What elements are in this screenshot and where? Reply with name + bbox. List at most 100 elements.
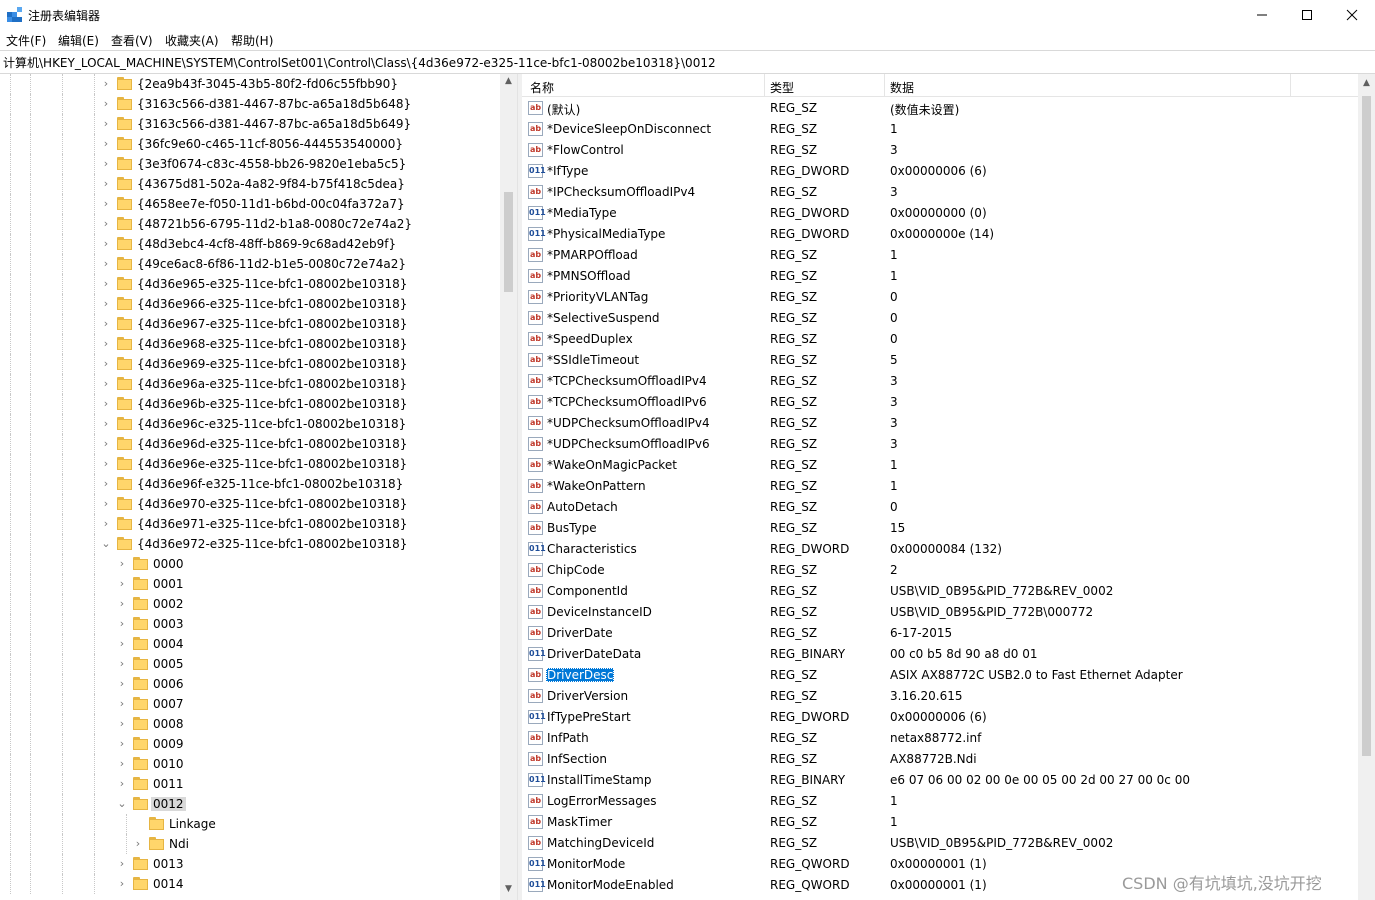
tree-node[interactable]: › {4d36e969-e325-11ce-bfc1-08002be10318}: [0, 354, 500, 374]
tree-node[interactable]: › {4658ee7e-f050-11d1-b6bd-00c04fa372a7}: [0, 194, 500, 214]
chevron-right-icon[interactable]: ›: [100, 356, 112, 372]
tree-node-label[interactable]: {3e3f0674-c83c-4558-bb26-9820e1eba5c5}: [135, 157, 408, 171]
tree-node-label[interactable]: {4d36e965-e325-11ce-bfc1-08002be10318}: [135, 277, 409, 291]
tree-node-label[interactable]: 0011: [151, 777, 186, 791]
column-divider[interactable]: [764, 74, 765, 96]
tree-scrollbar[interactable]: ▲ ▼: [500, 74, 517, 900]
tree-node[interactable]: › {48721b56-6795-11d2-b1a8-0080c72e74a2}: [0, 214, 500, 234]
tree-scroll-thumb[interactable]: [504, 192, 513, 292]
tree-node[interactable]: › {49ce6ac8-6f86-11d2-b1e5-0080c72e74a2}: [0, 254, 500, 274]
tree-node-label[interactable]: 0005: [151, 657, 186, 671]
tree-node[interactable]: › {43675d81-502a-4a82-9f84-b75f418c5dea}: [0, 174, 500, 194]
tree-node-label[interactable]: {4d36e96e-e325-11ce-bfc1-08002be10318}: [135, 457, 409, 471]
value-row[interactable]: 011 DriverDateData REG_BINARY 00 c0 b5 8d 9…: [522, 644, 1358, 665]
chevron-right-icon[interactable]: ›: [132, 836, 144, 852]
chevron-right-icon[interactable]: ›: [116, 756, 128, 772]
tree-node-label[interactable]: {4d36e972-e325-11ce-bfc1-08002be10318}: [135, 537, 409, 551]
chevron-right-icon[interactable]: ›: [116, 576, 128, 592]
value-row[interactable]: ab ComponentId REG_SZ USB\VID_0B95&PID_772B…: [522, 581, 1358, 602]
tree-node-label[interactable]: 0000: [151, 557, 186, 571]
tree-node-label[interactable]: {4d36e96a-e325-11ce-bfc1-08002be10318}: [135, 377, 409, 391]
value-row[interactable]: ab *DeviceSleepOnDisconnect REG_SZ 1: [522, 119, 1358, 140]
tree-node[interactable]: Linkage: [0, 814, 500, 834]
chevron-right-icon[interactable]: ›: [100, 96, 112, 112]
value-row[interactable]: ab LogErrorMessages REG_SZ 1: [522, 791, 1358, 812]
value-row[interactable]: ab ChipCode REG_SZ 2: [522, 560, 1358, 581]
tree-node-label[interactable]: {43675d81-502a-4a82-9f84-b75f418c5dea}: [135, 177, 407, 191]
value-row[interactable]: ab InfSection REG_SZ AX88772B.Ndi: [522, 749, 1358, 770]
list-scroll-thumb[interactable]: [1362, 96, 1371, 756]
value-row[interactable]: ab DriverDesc REG_SZ ASIX AX88772C USB2.0 t…: [522, 665, 1358, 686]
tree-node-label[interactable]: 0007: [151, 697, 186, 711]
chevron-right-icon[interactable]: ›: [100, 336, 112, 352]
tree-node[interactable]: › {3163c566-d381-4467-87bc-a65a18d5b648}: [0, 94, 500, 114]
tree-node[interactable]: › 0013: [0, 854, 500, 874]
tree-node-label[interactable]: {4d36e96d-e325-11ce-bfc1-08002be10318}: [135, 437, 409, 451]
value-row[interactable]: 011 Characteristics REG_DWORD 0x00000084 (1…: [522, 539, 1358, 560]
chevron-right-icon[interactable]: ›: [100, 256, 112, 272]
tree-node[interactable]: › {4d36e96f-e325-11ce-bfc1-08002be10318}: [0, 474, 500, 494]
column-divider[interactable]: [1290, 74, 1291, 96]
tree-node[interactable]: › {4d36e96e-e325-11ce-bfc1-08002be10318}: [0, 454, 500, 474]
chevron-right-icon[interactable]: ›: [100, 516, 112, 532]
value-row[interactable]: 011 IfTypePreStart REG_DWORD 0x00000006 (6): [522, 707, 1358, 728]
tree-node[interactable]: › {4d36e96b-e325-11ce-bfc1-08002be10318}: [0, 394, 500, 414]
maximize-button[interactable]: [1284, 0, 1330, 30]
chevron-right-icon[interactable]: ›: [100, 456, 112, 472]
chevron-right-icon[interactable]: ›: [100, 216, 112, 232]
value-row[interactable]: ab MaskTimer REG_SZ 1: [522, 812, 1358, 833]
address-bar[interactable]: 计算机\HKEY_LOCAL_MACHINE\SYSTEM\ControlSet…: [0, 50, 1375, 74]
chevron-right-icon[interactable]: ›: [116, 556, 128, 572]
value-row[interactable]: ab InfPath REG_SZ netax88772.inf: [522, 728, 1358, 749]
chevron-right-icon[interactable]: ›: [100, 496, 112, 512]
tree-node[interactable]: › {4d36e96a-e325-11ce-bfc1-08002be10318}: [0, 374, 500, 394]
address-path[interactable]: 计算机\HKEY_LOCAL_MACHINE\SYSTEM\ControlSet…: [3, 54, 716, 71]
tree-node-label[interactable]: Ndi: [167, 837, 191, 851]
tree-node-label[interactable]: {4d36e96f-e325-11ce-bfc1-08002be10318}: [135, 477, 405, 491]
column-header-type[interactable]: 类型: [770, 79, 794, 96]
chevron-right-icon[interactable]: ›: [100, 396, 112, 412]
chevron-right-icon[interactable]: ›: [116, 696, 128, 712]
value-row[interactable]: ab (默认) REG_SZ (数值未设置): [522, 98, 1358, 119]
tree-node[interactable]: ⌄ 0012: [0, 794, 500, 814]
tree-node-label[interactable]: {4d36e971-e325-11ce-bfc1-08002be10318}: [135, 517, 409, 531]
tree-node[interactable]: › 0006: [0, 674, 500, 694]
value-row[interactable]: ab DriverVersion REG_SZ 3.16.20.615: [522, 686, 1358, 707]
column-divider[interactable]: [884, 74, 885, 96]
tree-node[interactable]: › 0008: [0, 714, 500, 734]
scroll-up-arrow-icon[interactable]: ▲: [500, 76, 517, 90]
tree-node[interactable]: › {3163c566-d381-4467-87bc-a65a18d5b649}: [0, 114, 500, 134]
tree-node[interactable]: › {4d36e971-e325-11ce-bfc1-08002be10318}: [0, 514, 500, 534]
chevron-right-icon[interactable]: ›: [100, 476, 112, 492]
menu-view[interactable]: 查看(V): [111, 32, 153, 49]
value-row[interactable]: ab *UDPChecksumOffloadIPv4 REG_SZ 3: [522, 413, 1358, 434]
column-header-name[interactable]: 名称: [530, 79, 554, 96]
tree-node[interactable]: › {4d36e96d-e325-11ce-bfc1-08002be10318}: [0, 434, 500, 454]
tree-node-label[interactable]: 0014: [151, 877, 186, 891]
value-row[interactable]: ab *PMNSOffload REG_SZ 1: [522, 266, 1358, 287]
value-row[interactable]: ab AutoDetach REG_SZ 0: [522, 497, 1358, 518]
value-row[interactable]: ab *PMARPOffload REG_SZ 1: [522, 245, 1358, 266]
value-row[interactable]: 011 *PhysicalMediaType REG_DWORD 0x0000000e…: [522, 224, 1358, 245]
tree-node-label[interactable]: {4d36e966-e325-11ce-bfc1-08002be10318}: [135, 297, 409, 311]
chevron-right-icon[interactable]: ›: [100, 416, 112, 432]
chevron-right-icon[interactable]: ›: [100, 116, 112, 132]
chevron-right-icon[interactable]: ›: [100, 156, 112, 172]
chevron-right-icon[interactable]: ›: [116, 856, 128, 872]
tree-node-label[interactable]: 0010: [151, 757, 186, 771]
chevron-right-icon[interactable]: ›: [100, 136, 112, 152]
tree-node-label[interactable]: 0003: [151, 617, 186, 631]
tree-node[interactable]: › {2ea9b43f-3045-43b5-80f2-fd06c55fbb90}: [0, 74, 500, 94]
tree-node-label[interactable]: {4d36e970-e325-11ce-bfc1-08002be10318}: [135, 497, 409, 511]
chevron-down-icon[interactable]: ⌄: [116, 796, 128, 812]
value-row[interactable]: ab *FlowControl REG_SZ 3: [522, 140, 1358, 161]
chevron-right-icon[interactable]: ›: [116, 736, 128, 752]
tree-node[interactable]: › 0014: [0, 874, 500, 894]
tree-node-label[interactable]: {4d36e96c-e325-11ce-bfc1-08002be10318}: [135, 417, 408, 431]
chevron-right-icon[interactable]: ›: [116, 676, 128, 692]
tree-node[interactable]: › {4d36e967-e325-11ce-bfc1-08002be10318}: [0, 314, 500, 334]
tree-node-label[interactable]: 0002: [151, 597, 186, 611]
chevron-right-icon[interactable]: ›: [100, 316, 112, 332]
tree-node[interactable]: › 0011: [0, 774, 500, 794]
chevron-right-icon[interactable]: ›: [100, 376, 112, 392]
